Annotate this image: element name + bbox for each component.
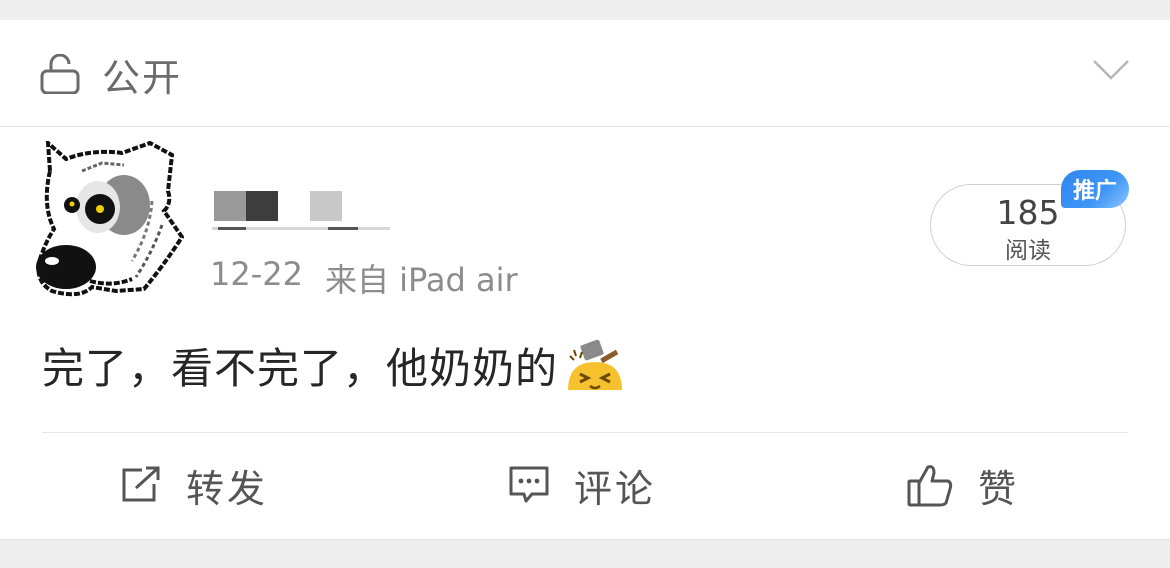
privacy-bar[interactable]: 公开 [0,20,1170,127]
comment-button[interactable]: 评论 [508,463,656,511]
post-source: 来自 iPad air [324,261,518,299]
repost-button[interactable]: 转发 [120,463,268,511]
comment-label: 评论 [574,466,657,511]
thumbs-up-icon [907,465,953,507]
read-label: 阅读 [1005,238,1051,264]
comment-icon [509,466,549,503]
action-bar: 转发 评论 赞 [0,433,1170,539]
repost-icon [122,466,160,502]
post-date: 12-22 [210,255,303,293]
username-redacted[interactable] [212,191,392,235]
like-button[interactable]: 赞 [906,463,1019,511]
hammer-face-icon [568,339,623,390]
post-card: 12-22 来自 iPad air 185 阅读 推广 完了，看不完了，他奶奶的… [0,127,1170,540]
like-label: 赞 [978,466,1020,511]
post-text: 完了，看不完了，他奶奶的 [42,344,559,393]
post-content: 完了，看不完了，他奶奶的 [42,335,624,396]
repost-label: 转发 [186,466,269,511]
avatar[interactable] [32,141,184,301]
post-meta: 12-22 来自 iPad air [210,255,518,301]
privacy-setting[interactable]: 公开 [40,54,182,100]
promote-badge[interactable]: 推广 [1061,170,1129,208]
chevron-down-icon[interactable] [1092,58,1130,82]
lock-open-icon [40,54,80,94]
privacy-label: 公开 [102,55,183,100]
